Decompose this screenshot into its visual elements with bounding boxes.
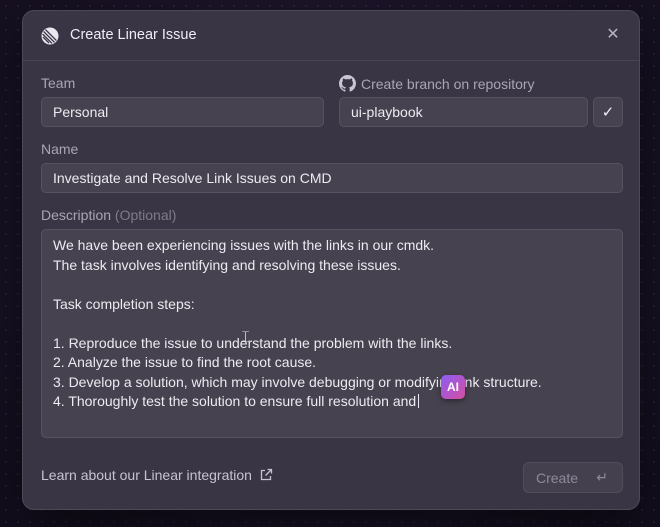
team-label: Team xyxy=(41,75,76,91)
name-value: Investigate and Resolve Link Issues on C… xyxy=(53,170,332,186)
description-label: Description (Optional) xyxy=(41,207,176,223)
team-value: Personal xyxy=(53,104,109,120)
dialog-header: Create Linear Issue ✕ xyxy=(23,11,639,61)
description-line xyxy=(53,314,611,334)
name-label: Name xyxy=(41,141,79,157)
branch-label-text: Create branch on repository xyxy=(361,75,535,92)
team-select[interactable]: Personal xyxy=(41,97,324,127)
description-line-text: 4. Thoroughly test the solution to ensur… xyxy=(53,393,417,409)
ai-assist-icon[interactable]: AI xyxy=(441,375,465,399)
create-issue-dialog: Create Linear Issue ✕ Team Personal Crea… xyxy=(22,10,640,510)
description-textarea[interactable]: We have been experiencing issues with th… xyxy=(41,229,623,438)
name-input[interactable]: Investigate and Resolve Link Issues on C… xyxy=(41,163,623,193)
dialog-title: Create Linear Issue xyxy=(70,27,197,43)
learn-link-text: Learn about our Linear integration xyxy=(41,467,252,483)
description-line: 1. Reproduce the issue to understand the… xyxy=(53,334,453,351)
learn-linear-integration-link[interactable]: Learn about our Linear integration xyxy=(41,467,273,483)
repository-select[interactable]: ui-playbook xyxy=(339,97,588,127)
description-line xyxy=(53,275,611,295)
description-line: 3. Develop a solution, which may involve… xyxy=(53,373,542,390)
description-line: We have been experiencing issues with th… xyxy=(53,237,435,253)
create-button-label: Create xyxy=(536,469,579,486)
text-caret xyxy=(418,394,420,408)
description-line: 2. Analyze the issue to find the root ca… xyxy=(53,354,317,370)
linear-logo-icon xyxy=(41,27,59,45)
description-line: The task involves identifying and resolv… xyxy=(53,256,401,273)
description-line-last: 4. Thoroughly test the solution to ensur… xyxy=(53,392,611,412)
description-line: Task completion steps: xyxy=(53,295,195,312)
external-link-icon xyxy=(260,468,273,481)
ibeam-cursor-icon: 𝙸 xyxy=(240,329,252,346)
enter-key-icon: ↵ xyxy=(596,469,608,485)
create-button[interactable]: Create ↵ xyxy=(523,462,623,493)
github-icon xyxy=(339,75,356,92)
checkmark-icon: ✓ xyxy=(601,104,615,121)
branch-label: Create branch on repository xyxy=(339,75,535,92)
optional-label: (Optional) xyxy=(114,207,177,223)
description-label-text: Description xyxy=(41,207,112,223)
create-branch-checkbox[interactable]: ✓ xyxy=(593,97,623,127)
close-icon[interactable]: ✕ xyxy=(603,25,623,45)
repository-value: ui-playbook xyxy=(351,104,423,120)
